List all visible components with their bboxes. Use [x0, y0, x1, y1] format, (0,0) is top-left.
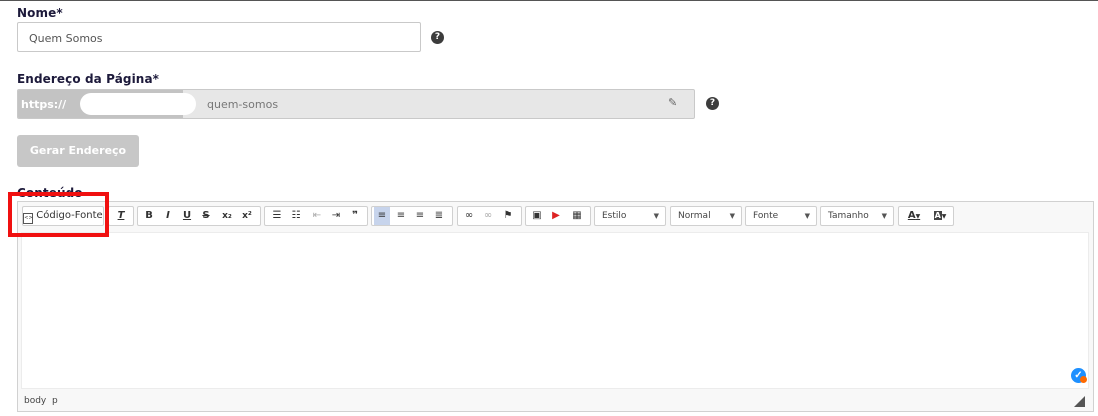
style-select-label: Estilo — [602, 211, 627, 221]
toolbar-group-colors: A▼ A▼ — [898, 206, 954, 226]
image-icon[interactable]: ▣ — [529, 207, 545, 225]
text-color-label: A — [907, 210, 916, 221]
size-select[interactable]: Tamanho ▼ — [820, 206, 894, 226]
superscript-button[interactable]: x² — [238, 207, 256, 225]
table-icon[interactable]: ▦ — [568, 207, 586, 225]
toolbar-group-links: ∞ ∞ ⚑ — [457, 206, 522, 226]
bold-button[interactable]: B — [141, 207, 157, 225]
toolbar-group-insert: ▣ ▶ ▦ — [525, 206, 591, 226]
question-circle-icon[interactable]: ? — [706, 97, 719, 110]
toolbar-group-align: ≡ ≡ ≡ ≣ — [371, 206, 453, 226]
toolbar-group-clear: T — [108, 206, 134, 226]
name-label: Nome* — [17, 6, 63, 20]
name-input[interactable]: Quem Somos — [17, 22, 421, 52]
resize-handle-icon[interactable] — [1074, 396, 1085, 407]
top-border — [0, 0, 1098, 1]
align-justify-icon[interactable]: ≣ — [431, 207, 447, 225]
editor-content-area[interactable] — [21, 232, 1089, 389]
pencil-icon[interactable]: ✎ — [668, 96, 677, 109]
indent-icon[interactable]: ⇥ — [328, 207, 344, 225]
toolbar-group-lists: ☰ ☷ ⇤ ⇥ ❞ — [264, 206, 368, 226]
element-path[interactable]: body p — [24, 396, 58, 406]
address-label: Endereço da Página* — [17, 72, 160, 86]
numbered-list-icon[interactable]: ☰ — [269, 207, 285, 225]
font-select[interactable]: Fonte ▼ — [745, 206, 817, 226]
align-center-icon[interactable]: ≡ — [393, 207, 409, 225]
address-field: https:// quem-somos ✎ — [17, 89, 695, 119]
chevron-down-icon: ▼ — [653, 212, 659, 220]
spellcheck-status-dot — [1080, 376, 1087, 383]
highlight-box — [8, 192, 109, 237]
generate-address-button[interactable]: Gerar Endereço — [17, 135, 139, 167]
strike-button[interactable]: S — [198, 207, 214, 225]
size-select-label: Tamanho — [828, 211, 869, 221]
style-select[interactable]: Estilo ▼ — [594, 206, 666, 226]
align-left-icon[interactable]: ≡ — [374, 207, 390, 225]
anchor-flag-icon[interactable]: ⚑ — [500, 207, 516, 225]
align-right-icon[interactable]: ≡ — [412, 207, 428, 225]
underline-button[interactable]: U — [179, 207, 195, 225]
question-circle-icon[interactable]: ? — [431, 31, 444, 44]
format-select-label: Normal — [678, 211, 711, 221]
youtube-icon[interactable]: ▶ — [548, 207, 564, 225]
rich-text-editor: <> Código-Fonte T B I U S x₂ x² ☰ ☷ ⇤ ⇥ ❞… — [17, 201, 1094, 412]
italic-button[interactable]: I — [160, 207, 176, 225]
chevron-down-icon: ▼ — [804, 212, 810, 220]
bulleted-list-icon[interactable]: ☷ — [288, 207, 304, 225]
background-color-button[interactable]: A▼ — [928, 207, 952, 225]
remove-format-icon[interactable]: T — [109, 207, 133, 225]
subscript-button[interactable]: x₂ — [218, 207, 236, 225]
text-color-button[interactable]: A▼ — [902, 207, 926, 225]
toolbar-group-basic-styles: B I U S x₂ x² — [137, 206, 261, 226]
link-icon[interactable]: ∞ — [461, 207, 477, 225]
outdent-icon[interactable]: ⇤ — [309, 207, 325, 225]
blockquote-icon[interactable]: ❞ — [347, 207, 363, 225]
background-color-label: A — [933, 211, 942, 220]
chevron-down-icon: ▼ — [881, 212, 887, 220]
editor-toolbar: <> Código-Fonte T B I U S x₂ x² ☰ ☷ ⇤ ⇥ ❞… — [18, 202, 1093, 232]
format-select[interactable]: Normal ▼ — [670, 206, 742, 226]
unlink-icon[interactable]: ∞ — [480, 207, 496, 225]
address-slug: quem-somos — [207, 98, 279, 111]
address-domain-redacted — [80, 93, 196, 115]
editor-statusbar: body p — [18, 390, 1093, 411]
chevron-down-icon: ▼ — [729, 212, 735, 220]
font-select-label: Fonte — [753, 211, 779, 221]
